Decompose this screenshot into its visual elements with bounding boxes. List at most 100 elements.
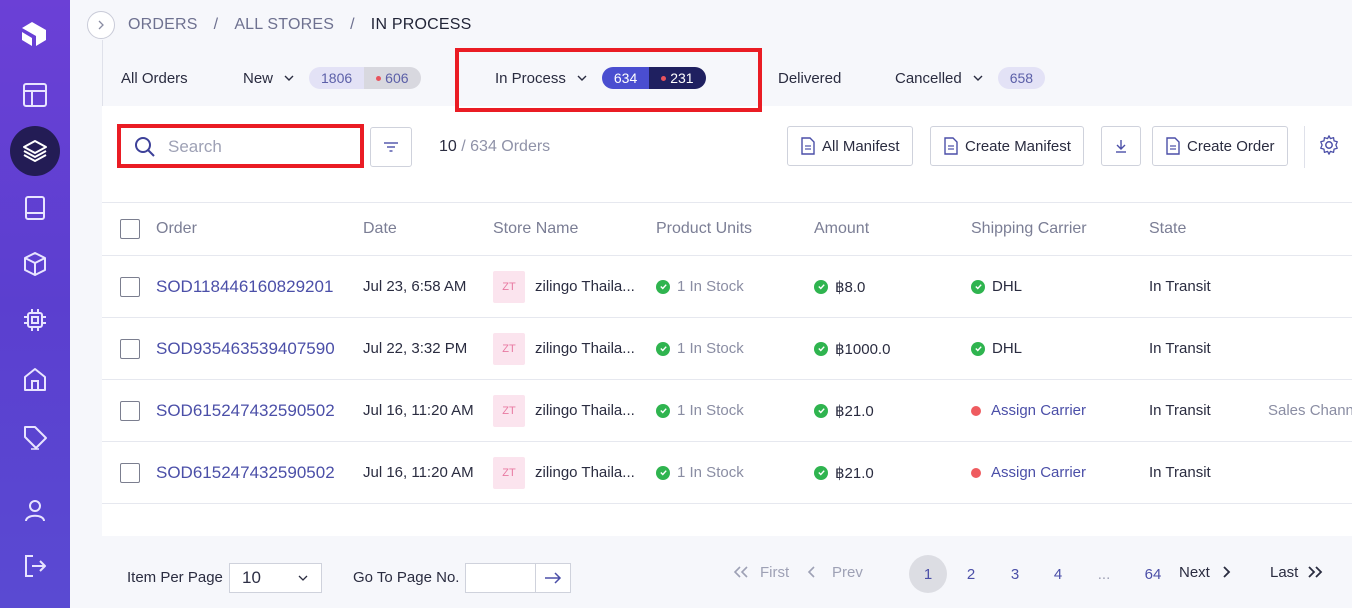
assign-carrier-link[interactable]: Assign Carrier: [991, 402, 1086, 419]
logo-icon[interactable]: [18, 18, 50, 50]
table-row[interactable]: SOD615247432590502 Jul 16, 11:20 AM ZT z…: [102, 442, 1352, 504]
all-manifest-button[interactable]: All Manifest: [787, 126, 913, 166]
breadcrumb-orders[interactable]: ORDERS: [128, 16, 198, 34]
warning-dot-icon: [971, 405, 981, 416]
product-units-value: 1 In Stock: [677, 402, 744, 419]
order-id-link[interactable]: SOD615247432590502: [156, 442, 335, 503]
create-order-button[interactable]: Create Order: [1152, 126, 1288, 166]
last-page-button[interactable]: Last: [1270, 536, 1324, 608]
tab-label: New: [243, 69, 274, 87]
column-amount[interactable]: Amount: [814, 203, 869, 255]
product-units: 1 In Stock: [656, 442, 744, 503]
count-alert: 606: [364, 67, 421, 89]
highlight-in-process-tab: [455, 48, 762, 112]
sidebar-item-dashboard[interactable]: [10, 70, 60, 120]
sidebar-item-profile[interactable]: [10, 485, 60, 535]
next-page-button[interactable]: Next: [1179, 536, 1232, 608]
product-units-value: 1 In Stock: [677, 340, 744, 357]
sidebar-toggle-button[interactable]: [87, 11, 115, 39]
orders-table: Order Date Store Name Product Units Amou…: [102, 202, 1352, 504]
amount-value: ฿8.0: [835, 278, 866, 296]
store-avatar: ZT: [493, 270, 525, 303]
carrier-name: DHL: [992, 278, 1023, 295]
chevron-down-icon[interactable]: [972, 72, 984, 84]
table-row[interactable]: SOD615247432590502 Jul 16, 11:20 AM ZT z…: [102, 380, 1352, 442]
filter-button[interactable]: [370, 127, 412, 167]
sidebar-item-logout[interactable]: [10, 541, 60, 591]
order-id-link[interactable]: SOD935463539407590: [156, 318, 335, 379]
orders-panel: 10 / 634 Orders All Manifest Create Mani…: [102, 106, 1352, 536]
tab-all-orders[interactable]: All Orders: [121, 50, 188, 106]
sales-channel: [1268, 442, 1352, 503]
per-page-select[interactable]: 10: [229, 563, 322, 593]
download-button[interactable]: [1101, 126, 1141, 166]
row-checkbox[interactable]: [120, 276, 140, 297]
tab-delivered[interactable]: Delivered: [778, 50, 841, 106]
column-date[interactable]: Date: [363, 203, 397, 255]
table-row[interactable]: SOD118446160829201 Jul 23, 6:58 AM ZT zi…: [102, 256, 1352, 318]
product-units-value: 1 In Stock: [677, 464, 744, 481]
row-checkbox[interactable]: [120, 400, 140, 421]
chevron-down-icon[interactable]: [283, 72, 295, 84]
row-checkbox[interactable]: [120, 462, 140, 483]
create-manifest-button[interactable]: Create Manifest: [930, 126, 1084, 166]
chevron-left-icon: [807, 566, 815, 578]
dashboard-icon: [23, 83, 47, 107]
select-all-checkbox[interactable]: [120, 219, 140, 239]
logout-icon: [25, 555, 46, 577]
order-id-link[interactable]: SOD615247432590502: [156, 380, 335, 441]
check-icon: [814, 279, 828, 294]
goto-page-button[interactable]: [535, 563, 571, 593]
page-number[interactable]: 3: [996, 555, 1034, 593]
chevron-right-icon: [98, 20, 104, 30]
highlight-search: [117, 124, 364, 168]
check-icon: [971, 341, 985, 356]
page-number[interactable]: 4: [1039, 555, 1077, 593]
sidebar: [0, 0, 70, 608]
document-icon: [944, 137, 958, 155]
order-state: In Transit: [1149, 464, 1211, 481]
first-page-button[interactable]: First: [732, 536, 789, 608]
amount: ฿21.0: [814, 380, 874, 441]
breadcrumb-separator: /: [213, 16, 219, 33]
sidebar-item-stores[interactable]: [10, 354, 60, 404]
order-id-link[interactable]: SOD118446160829201: [156, 256, 333, 317]
sidebar-item-inventory[interactable]: [10, 239, 60, 289]
sales-channel: Sales Chann: [1268, 402, 1352, 419]
column-state[interactable]: State: [1149, 203, 1186, 255]
tab-new[interactable]: New 1806 606: [243, 50, 421, 106]
sidebar-item-tags[interactable]: [10, 412, 60, 462]
page-number[interactable]: 2: [952, 555, 990, 593]
column-store-name[interactable]: Store Name: [493, 203, 578, 255]
prev-page-button[interactable]: Prev: [806, 536, 863, 608]
sidebar-item-catalog[interactable]: [10, 183, 60, 233]
row-checkbox[interactable]: [120, 338, 140, 359]
store-avatar: ZT: [493, 394, 525, 427]
count-total: 1806: [309, 67, 365, 89]
page-number[interactable]: 64: [1134, 555, 1172, 593]
order-count: 10 / 634 Orders: [439, 138, 550, 156]
tab-cancelled[interactable]: Cancelled 658: [895, 50, 1046, 106]
tag-icon: [24, 426, 47, 450]
table-row[interactable]: SOD935463539407590 Jul 22, 3:32 PM ZT zi…: [102, 318, 1352, 380]
double-chevron-right-icon: [1308, 566, 1323, 578]
assign-carrier-link[interactable]: Assign Carrier: [991, 464, 1086, 481]
prev-label: Prev: [832, 563, 863, 581]
page-number[interactable]: 1: [909, 555, 947, 593]
goto-page-input[interactable]: [465, 563, 535, 593]
sidebar-item-orders[interactable]: [10, 126, 60, 176]
sidebar-item-integrations[interactable]: [10, 295, 60, 345]
breadcrumb-all-stores[interactable]: ALL STORES: [234, 16, 334, 34]
chevron-right-icon: [1223, 566, 1231, 578]
amount-value: ฿21.0: [835, 464, 874, 482]
store-name: zilingo Thaila...: [535, 402, 635, 419]
column-shipping-carrier[interactable]: Shipping Carrier: [971, 203, 1087, 255]
document-icon: [1166, 137, 1180, 155]
order-date: Jul 23, 6:58 AM: [363, 278, 467, 295]
divider: [1304, 126, 1305, 168]
shipping-carrier: Assign Carrier: [971, 442, 1086, 503]
column-order[interactable]: Order: [156, 203, 197, 255]
gear-icon[interactable]: [1318, 134, 1340, 156]
column-product-units[interactable]: Product Units: [656, 203, 752, 255]
order-state: In Transit: [1149, 340, 1211, 357]
